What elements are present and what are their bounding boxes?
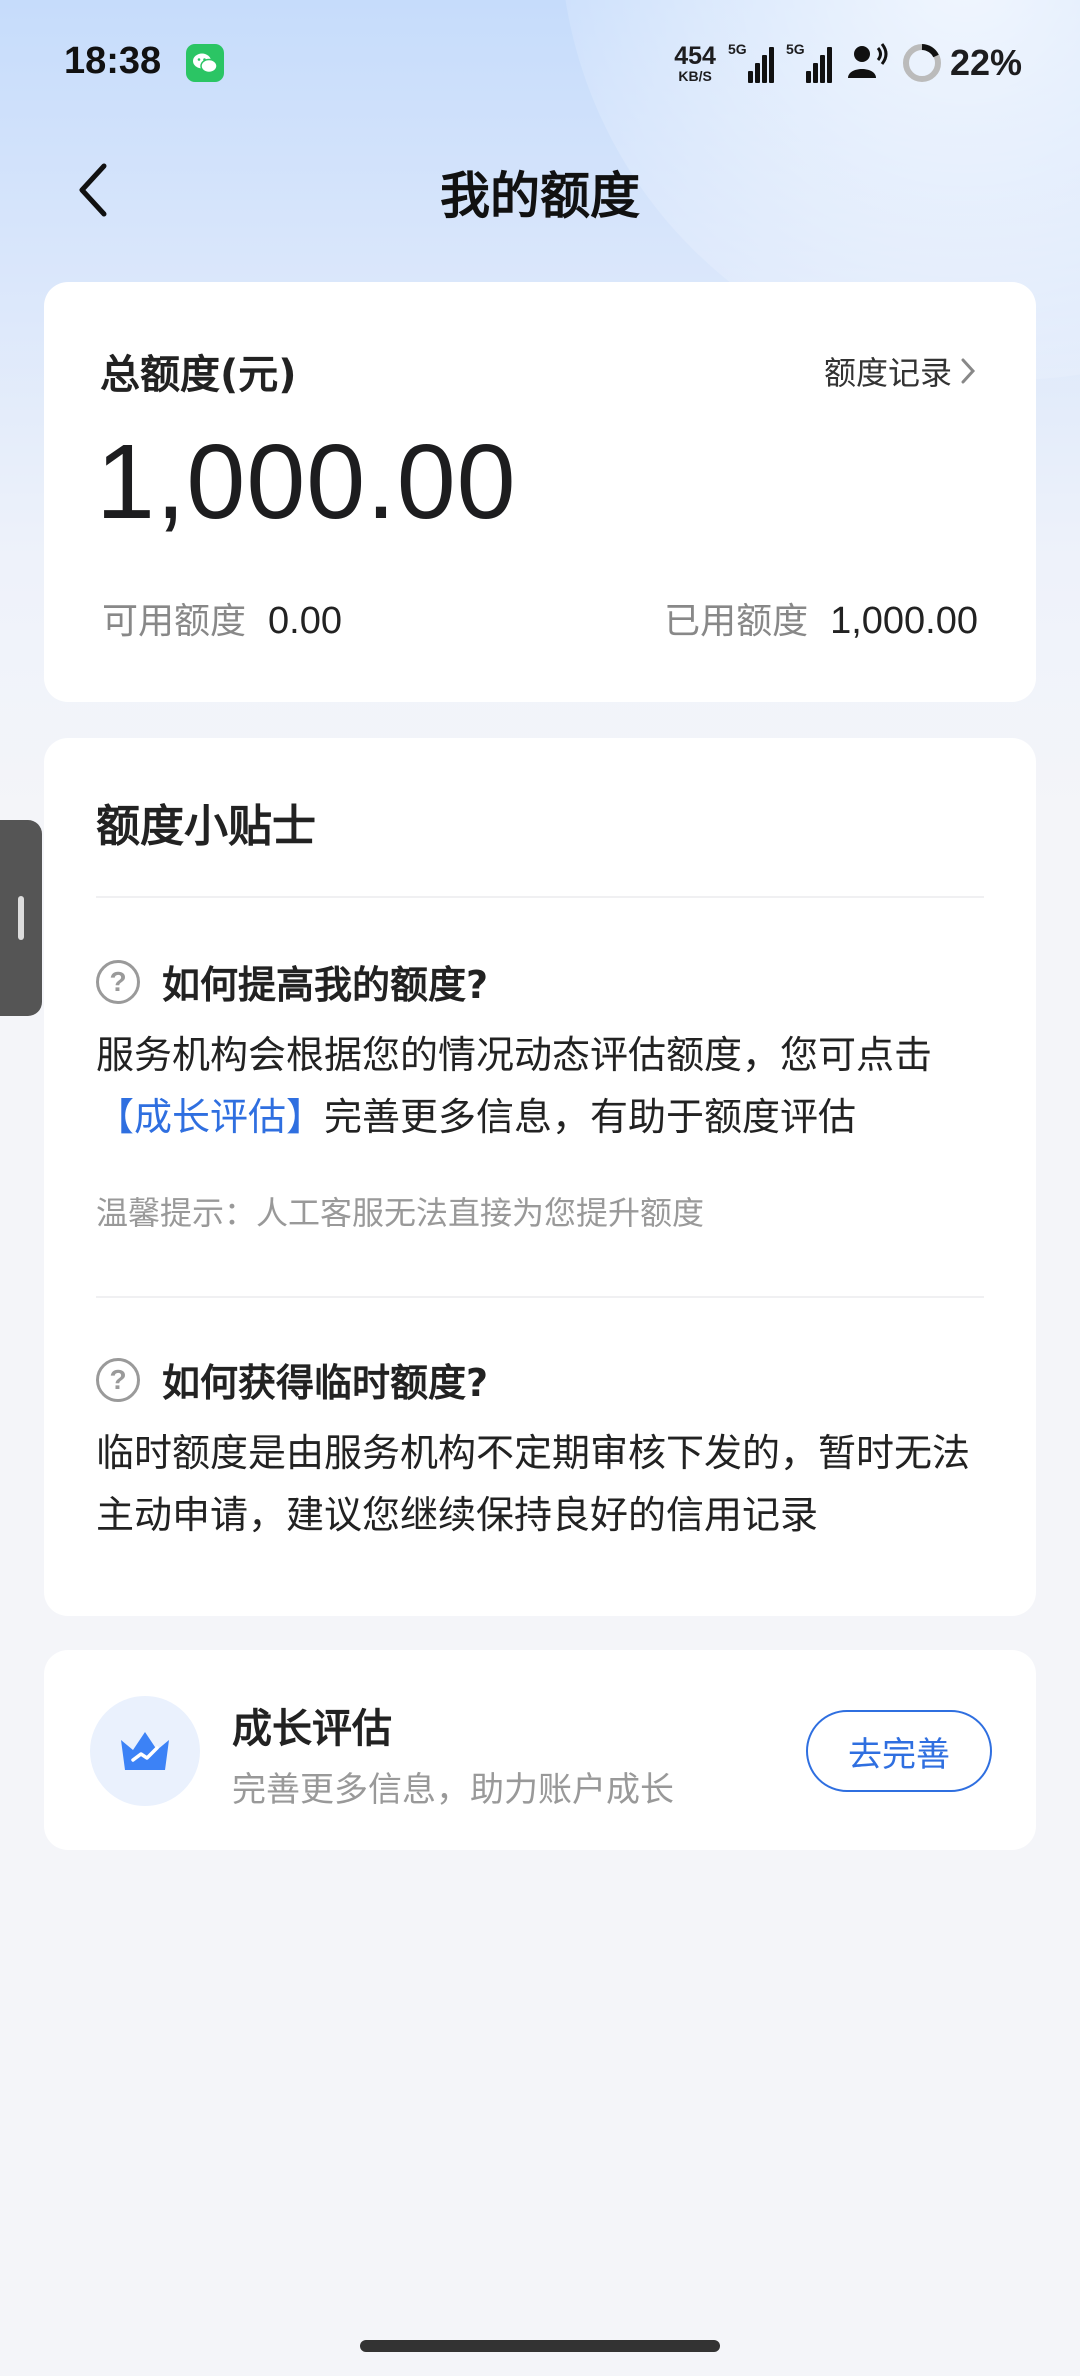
page-title: 我的额度 <box>440 167 640 225</box>
complete-info-button[interactable]: 去完善 <box>806 1710 992 1792</box>
chevron-right-icon <box>961 358 976 384</box>
question-circle-icon: ? <box>96 959 140 1004</box>
available-quota: 可用额度 0.00 <box>102 592 342 644</box>
floating-side-handle[interactable] <box>0 820 42 1016</box>
crown-growth-icon <box>90 1696 200 1806</box>
battery-percent: 22% <box>949 42 1022 83</box>
used-quota-value: 1,000.00 <box>830 600 978 642</box>
sim1-label: 5G <box>727 41 747 57</box>
growth-assessment-link[interactable]: 【成长评估】 <box>96 1095 324 1139</box>
quota-record-label: 额度记录 <box>823 354 952 392</box>
used-quota-label: 已用额度 <box>664 601 809 642</box>
battery-indicator: 22% <box>902 42 1022 84</box>
available-quota-value: 0.00 <box>268 600 342 642</box>
signal-sim2-icon: 5G <box>785 41 832 83</box>
tip-question-1: ? 如何提高我的额度? <box>96 954 488 1009</box>
divider <box>96 896 984 898</box>
growth-title: 成长评估 <box>232 1706 392 1752</box>
tips-card: 额度小贴士 ? 如何提高我的额度? 服务机构会根据您的情况动态评估额度，您可点击… <box>44 738 1036 1616</box>
quota-card: 总额度(元) 额度记录 1,000.00 可用额度 0.00 已用额度 1,00… <box>44 282 1036 702</box>
tip-answer-2: 临时额度是由服务机构不定期审核下发的，暂时无法主动申请，建议您继续保持良好的信用… <box>96 1431 971 1537</box>
tip-question-1-text: 如何提高我的额度? <box>162 963 489 1007</box>
net-speed-value: 454 <box>674 41 716 70</box>
tip-answer-1-suffix: 完善更多信息，有助于额度评估 <box>324 1095 857 1139</box>
battery-ring-icon <box>902 44 941 82</box>
growth-card[interactable]: 成长评估 完善更多信息，助力账户成长 去完善 <box>44 1650 1036 1850</box>
home-indicator[interactable] <box>360 2340 720 2352</box>
question-circle-icon: ? <box>96 1357 140 1402</box>
status-time: 18:38 <box>64 40 162 82</box>
status-indicators: 454 KB/S 5G 5G 22% <box>674 38 1022 88</box>
tip-hint: 温馨提示：人工客服无法直接为您提升额度 <box>96 1194 705 1232</box>
tip-question-2-text: 如何获得临时额度? <box>162 1361 489 1405</box>
net-speed-unit: KB/S <box>678 67 712 84</box>
available-quota-label: 可用额度 <box>102 601 247 642</box>
tip-question-2: ? 如何获得临时额度? <box>96 1352 488 1407</box>
quota-record-link[interactable]: 额度记录 <box>824 348 976 394</box>
net-speed: 454 KB/S <box>674 41 716 84</box>
divider <box>96 1296 984 1298</box>
hotspot-user-icon <box>846 42 888 84</box>
growth-subtitle: 完善更多信息，助力账户成长 <box>232 1770 674 1810</box>
signal-sim1-icon: 5G <box>727 41 774 83</box>
page: 18:38 454 KB/S 5G 5G 22% 我的额度 总额度(元) 额度记… <box>0 0 1080 2376</box>
total-amount: 1,000.00 <box>96 423 517 541</box>
wechat-icon <box>186 44 224 82</box>
tip-answer-1: 服务机构会根据您的情况动态评估额度，您可点击【成长评估】完善更多信息，有助于额度… <box>96 1024 984 1148</box>
tip-answer-1-prefix: 服务机构会根据您的情况动态评估额度，您可点击 <box>96 1033 933 1077</box>
status-bar: 18:38 454 KB/S 5G 5G 22% <box>0 0 1080 130</box>
used-quota: 已用额度 1,000.00 <box>664 592 978 644</box>
tips-title: 额度小贴士 <box>96 801 316 852</box>
total-quota-label: 总额度(元) <box>100 352 297 398</box>
sim2-label: 5G <box>785 41 805 57</box>
